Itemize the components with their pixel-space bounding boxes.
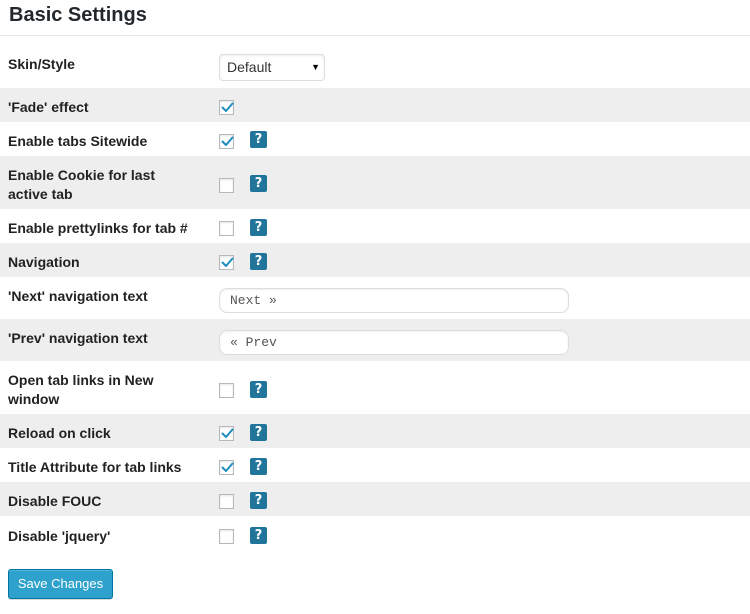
prev-text-input[interactable]: « Prev: [219, 330, 569, 355]
skin-style-control: Default ▼: [219, 54, 325, 81]
help-icon[interactable]: ?: [250, 175, 267, 192]
fade-effect-checkbox[interactable]: [219, 100, 234, 115]
skin-style-label: Skin/Style: [8, 56, 75, 72]
tabs-sitewide-label: Enable tabs Sitewide: [8, 133, 148, 149]
prev-text-label: 'Prev' navigation text: [8, 330, 148, 346]
cookie-label-line2: active tab: [8, 186, 73, 202]
next-text-label: 'Next' navigation text: [8, 288, 148, 304]
settings-header: Basic Settings: [0, 0, 750, 36]
skin-style-select[interactable]: Default ▼: [219, 54, 325, 81]
row-jquery: Disable 'jquery' ?: [0, 516, 750, 552]
help-icon[interactable]: ?: [250, 253, 267, 270]
navigation-checkbox[interactable]: [219, 255, 234, 270]
reload-label: Reload on click: [8, 425, 111, 441]
help-icon[interactable]: ?: [250, 527, 267, 544]
checkmark-icon: [221, 462, 234, 472]
title-attr-label: Title Attribute for tab links: [8, 459, 182, 475]
checkmark-icon: [221, 428, 234, 438]
cookie-label: Enable Cookie for last active tab: [8, 166, 203, 204]
new-window-checkbox[interactable]: [219, 383, 234, 398]
help-icon[interactable]: ?: [250, 381, 267, 398]
row-fade-effect: 'Fade' effect: [0, 88, 750, 122]
navigation-label: Navigation: [8, 254, 80, 270]
row-next-text: 'Next' navigation text Next »: [0, 277, 750, 319]
row-skin-style: Skin/Style Default ▼: [0, 36, 750, 88]
jquery-label: Disable 'jquery': [8, 528, 111, 544]
next-text-input[interactable]: Next »: [219, 288, 569, 313]
cookie-checkbox[interactable]: [219, 178, 234, 193]
row-title-attr: Title Attribute for tab links ?: [0, 448, 750, 482]
new-window-label-line1: Open tab links in New: [8, 372, 154, 388]
new-window-label-line2: window: [8, 391, 60, 407]
reload-checkbox[interactable]: [219, 426, 234, 441]
new-window-label: Open tab links in New window: [8, 371, 203, 409]
chevron-down-icon: ▼: [311, 62, 320, 72]
row-prev-text: 'Prev' navigation text « Prev: [0, 319, 750, 361]
checkmark-icon: [221, 257, 234, 267]
help-icon[interactable]: ?: [250, 219, 267, 236]
jquery-checkbox[interactable]: [219, 529, 234, 544]
help-icon[interactable]: ?: [250, 424, 267, 441]
row-reload: Reload on click ?: [0, 414, 750, 448]
prettylinks-checkbox[interactable]: [219, 221, 234, 236]
fade-effect-label: 'Fade' effect: [8, 99, 89, 115]
fouc-checkbox[interactable]: [219, 494, 234, 509]
checkmark-icon: [221, 102, 234, 112]
row-prettylinks: Enable prettylinks for tab # ?: [0, 209, 750, 243]
cookie-label-line1: Enable Cookie for last: [8, 167, 156, 183]
row-fouc: Disable FOUC ?: [0, 482, 750, 516]
fouc-label: Disable FOUC: [8, 493, 102, 509]
help-icon[interactable]: ?: [250, 458, 267, 475]
help-icon[interactable]: ?: [250, 492, 267, 509]
tabs-sitewide-checkbox[interactable]: [219, 134, 234, 149]
help-icon[interactable]: ?: [250, 131, 267, 148]
save-changes-button[interactable]: Save Changes: [8, 569, 113, 599]
skin-style-selected: Default: [227, 59, 272, 75]
title-attr-checkbox[interactable]: [219, 460, 234, 475]
prettylinks-label: Enable prettylinks for tab #: [8, 220, 188, 236]
checkmark-icon: [221, 136, 234, 146]
row-tabs-sitewide: Enable tabs Sitewide ?: [0, 122, 750, 156]
row-navigation: Navigation ?: [0, 243, 750, 277]
row-cookie: Enable Cookie for last active tab ?: [0, 156, 750, 209]
row-new-window: Open tab links in New window ?: [0, 361, 750, 414]
page-title: Basic Settings: [9, 4, 147, 26]
